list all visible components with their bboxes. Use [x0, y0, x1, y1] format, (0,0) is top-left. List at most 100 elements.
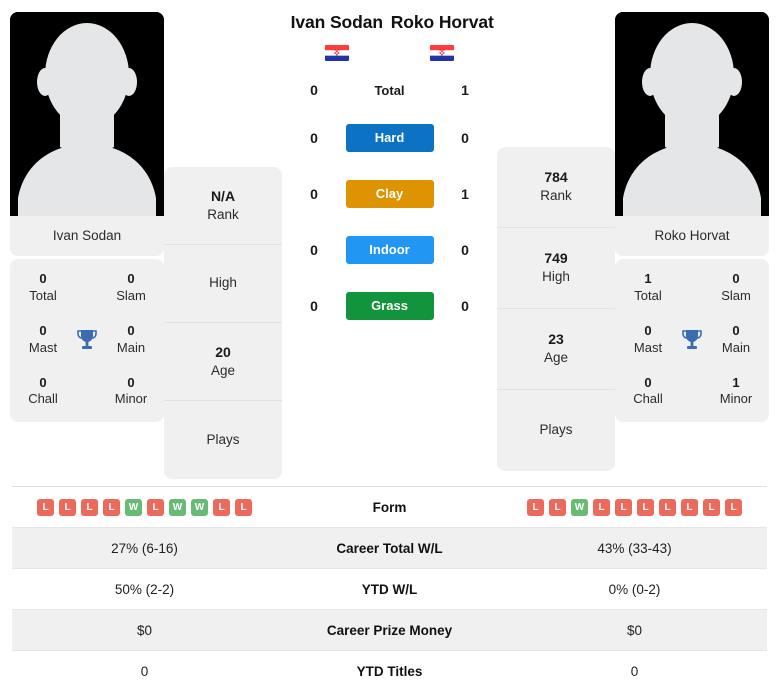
- form-badge-loss[interactable]: L: [549, 498, 566, 516]
- h2h-row-hard: 0 Hard 0: [284, 110, 495, 166]
- h2h-grass-right-score: 0: [461, 298, 469, 314]
- left-info-age: 20 Age: [164, 323, 282, 401]
- right-info-rank: 784 Rank: [497, 147, 615, 228]
- left-player-panel: Ivan Sodan 0 Total 0 Slam 0 Mast 0 Main …: [10, 12, 164, 423]
- left-titles-main-value: 0: [127, 322, 135, 338]
- left-form-cell: LLLLWLWWLL: [12, 486, 277, 528]
- right-info-age-label: Age: [543, 350, 569, 366]
- h2h-row-grass: 0 Grass 0: [284, 278, 495, 334]
- surface-badge-grass[interactable]: Grass: [345, 292, 434, 320]
- stat-label-ytd-titles: YTD Titles: [356, 663, 423, 679]
- player-names-row: Ivan Sodan Roko Horvat: [284, 12, 495, 62]
- right-titles-chall-label: Chall: [633, 391, 663, 407]
- table-row-career-prize-money: $0 Career Prize Money $0: [12, 609, 767, 651]
- form-badge-loss[interactable]: L: [703, 498, 720, 516]
- form-badge-loss[interactable]: L: [81, 498, 98, 516]
- form-badge-loss[interactable]: L: [235, 498, 252, 516]
- right-titles-total-value: 1: [644, 271, 652, 286]
- h2h-hard-right-score: 0: [461, 130, 469, 146]
- right-titles-chall-value: 0: [644, 374, 652, 390]
- right-form-strip: LLWLLLLLLL: [502, 498, 767, 516]
- stat-label-ytd-wl: YTD W/L: [277, 568, 502, 610]
- right-ytd-wl: 0% (0-2): [502, 568, 767, 610]
- left-titles-minor: 0 Minor: [104, 375, 158, 409]
- left-info-rank-value: N/A: [210, 187, 236, 204]
- form-badge-win[interactable]: W: [571, 498, 588, 516]
- left-info-high-label: High: [209, 275, 237, 291]
- surface-badge-indoor[interactable]: Indoor: [345, 236, 434, 264]
- right-player-heading: Roko Horvat: [390, 12, 496, 62]
- right-info-high: 749 High: [497, 228, 615, 309]
- h2h-row-total: 0 Total 1: [284, 70, 495, 110]
- surface-badge-hard[interactable]: Hard: [345, 124, 434, 152]
- right-player-info-card: 784 Rank 749 High 23 Age Plays: [497, 147, 615, 471]
- right-titles-main: 0 Main: [709, 323, 763, 357]
- form-badge-loss[interactable]: L: [681, 498, 698, 516]
- stat-label-career-prize-money: Career Prize Money: [277, 609, 502, 651]
- left-titles-mast: 0 Mast: [16, 323, 70, 357]
- left-info-plays: Plays: [164, 401, 282, 479]
- left-career-total-wl: 27% (6-16): [12, 527, 277, 569]
- surface-badge-clay[interactable]: Clay: [345, 180, 434, 208]
- h2h-clay-left-score: 0: [310, 186, 318, 202]
- form-badge-win[interactable]: W: [191, 498, 208, 516]
- form-badge-loss[interactable]: L: [725, 498, 742, 516]
- left-info-rank: N/A Rank: [164, 167, 282, 245]
- left-ytd-wl: 50% (2-2): [12, 568, 277, 610]
- trophy-icon: [77, 329, 97, 349]
- right-titles-slam: 0 Slam: [709, 271, 763, 305]
- left-titles-chall-value: 0: [39, 374, 47, 390]
- person-silhouette-icon: [615, 12, 769, 216]
- form-badge-loss[interactable]: L: [213, 498, 230, 516]
- table-row-career-total-wl: 27% (6-16) Career Total W/L 43% (33-43): [12, 527, 767, 569]
- left-titles-slam-value: 0: [127, 271, 135, 286]
- left-titles-slam: 0 Slam: [104, 271, 158, 305]
- h2h-total-right-score: 1: [461, 82, 469, 98]
- right-player-name[interactable]: Roko Horvat: [390, 12, 496, 33]
- stat-label-form: Form: [277, 486, 502, 528]
- form-badge-loss[interactable]: L: [59, 498, 76, 516]
- left-player-name[interactable]: Ivan Sodan: [284, 12, 390, 33]
- right-career-total-wl: 43% (33-43): [502, 527, 767, 569]
- left-titles-main-label: Main: [116, 339, 146, 355]
- form-badge-loss[interactable]: L: [527, 498, 544, 516]
- person-silhouette-icon: [10, 12, 164, 216]
- form-badge-loss[interactable]: L: [659, 498, 676, 516]
- right-titles-minor: 1 Minor: [709, 375, 763, 409]
- form-badge-win[interactable]: W: [169, 498, 186, 516]
- form-badge-loss[interactable]: L: [103, 498, 120, 516]
- right-player-photo-caption: Roko Horvat: [615, 216, 769, 256]
- right-titles-minor-label: Minor: [719, 391, 753, 407]
- left-titles-total: 0 Total: [16, 271, 70, 305]
- form-badge-loss[interactable]: L: [593, 498, 610, 516]
- right-titles-slam-value: 0: [732, 271, 740, 286]
- left-info-age-label: Age: [210, 362, 236, 378]
- h2h-indoor-left-score: 0: [310, 242, 318, 258]
- form-badge-win[interactable]: W: [125, 498, 142, 516]
- left-titles-chall-label: Chall: [28, 391, 58, 407]
- form-badge-loss[interactable]: L: [637, 498, 654, 516]
- left-player-titles-card: 0 Total 0 Slam 0 Mast 0 Main 0 Chall 0 M…: [10, 259, 164, 423]
- trophy-icon: [682, 329, 702, 349]
- right-titles-total: 1 Total: [621, 271, 675, 305]
- right-player-photo-card[interactable]: Roko Horvat: [615, 12, 769, 256]
- table-row-form: LLLLWLWWLL Form LLWLLLLLLL: [12, 486, 767, 528]
- h2h-total-label: Total: [374, 82, 405, 98]
- right-info-high-label: High: [542, 269, 570, 285]
- right-info-plays: Plays: [497, 390, 615, 471]
- right-titles-main-value: 0: [732, 322, 740, 338]
- form-badge-loss[interactable]: L: [615, 498, 632, 516]
- form-badge-loss[interactable]: L: [147, 498, 164, 516]
- left-career-prize-money: $0: [12, 609, 277, 651]
- right-info-rank-label: Rank: [540, 188, 572, 204]
- right-info-age: 23 Age: [497, 309, 615, 390]
- left-player-photo-card[interactable]: Ivan Sodan: [10, 12, 164, 256]
- left-titles-total-value: 0: [39, 271, 47, 286]
- right-career-prize-money: $0: [502, 609, 767, 651]
- croatia-flag-icon: [430, 44, 455, 61]
- h2h-hard-left-score: 0: [310, 130, 318, 146]
- right-info-rank-value: 784: [544, 169, 568, 186]
- form-badge-loss[interactable]: L: [37, 498, 54, 516]
- left-info-age-value: 20: [215, 343, 231, 360]
- right-titles-minor-value: 1: [732, 374, 740, 390]
